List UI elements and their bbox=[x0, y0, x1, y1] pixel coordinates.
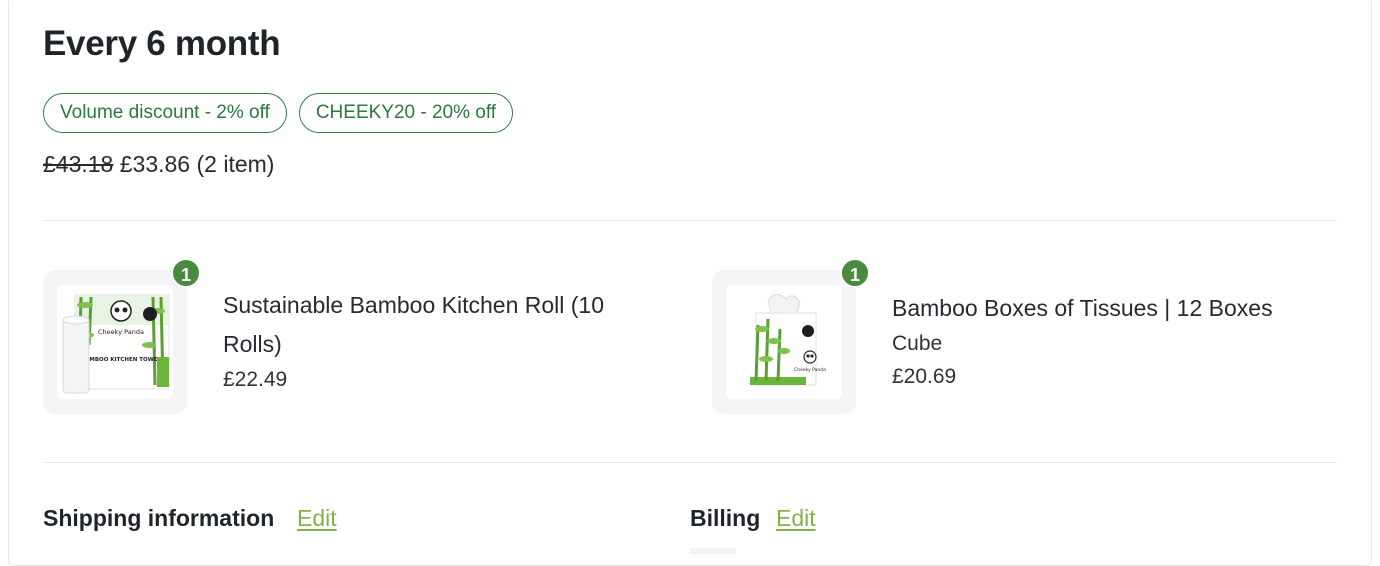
billing-edit-link[interactable]: Edit bbox=[776, 505, 816, 532]
shipping-edit-link[interactable]: Edit bbox=[297, 505, 337, 532]
billing-heading: Billing bbox=[690, 505, 761, 531]
product-name-line-2: Rolls) bbox=[223, 331, 282, 357]
image-brand-text: Cheeky Panda bbox=[794, 367, 826, 373]
subscription-card bbox=[8, 0, 1372, 566]
discount-badges: Volume discount - 2% off CHEEKY20 - 20% … bbox=[43, 93, 514, 133]
product-image-tissues: Cheeky Panda bbox=[726, 285, 842, 399]
quantity-badge: 1 bbox=[840, 258, 870, 288]
discount-badge-volume: Volume discount - 2% off bbox=[43, 93, 287, 133]
original-price: £43.18 bbox=[43, 151, 114, 177]
product-name: Bamboo Boxes of Tissues | 12 Boxes bbox=[892, 289, 1273, 328]
subscription-title: Every 6 month bbox=[43, 24, 281, 63]
product-image-kitchen-roll: Cheeky Panda BAMBOO KITCHEN TOWEL bbox=[57, 285, 173, 399]
image-product-text: BAMBOO KITCHEN TOWEL bbox=[81, 357, 162, 363]
shipping-information-heading: Shipping information bbox=[43, 505, 275, 531]
page-edge bbox=[1372, 0, 1380, 553]
divider bbox=[43, 462, 1337, 463]
product-price: £20.69 bbox=[892, 365, 957, 388]
billing-card-stub bbox=[690, 548, 736, 554]
product-thumbnail: Cheeky Panda bbox=[712, 270, 856, 414]
product-name: Sustainable Bamboo Kitchen Roll (10 Roll… bbox=[223, 286, 604, 364]
divider bbox=[43, 220, 1337, 221]
product-variant: Cube bbox=[892, 332, 943, 355]
quantity-badge: 1 bbox=[171, 258, 201, 288]
discount-badge-coupon: CHEEKY20 - 20% off bbox=[298, 93, 514, 133]
product-name-line-1: Bamboo Boxes of Tissues | 12 Boxes bbox=[892, 295, 1273, 321]
product-name-line-1: Sustainable Bamboo Kitchen Roll (10 bbox=[223, 292, 605, 318]
product-thumbnail: Cheeky Panda BAMBOO KITCHEN TOWEL bbox=[43, 270, 187, 414]
product-price: £22.49 bbox=[223, 368, 288, 391]
discounted-price: £33.86 (2 item) bbox=[119, 151, 275, 177]
price-summary: £43.18 £33.86 (2 item) bbox=[43, 151, 274, 178]
image-brand-text: Cheeky Panda bbox=[98, 328, 144, 336]
